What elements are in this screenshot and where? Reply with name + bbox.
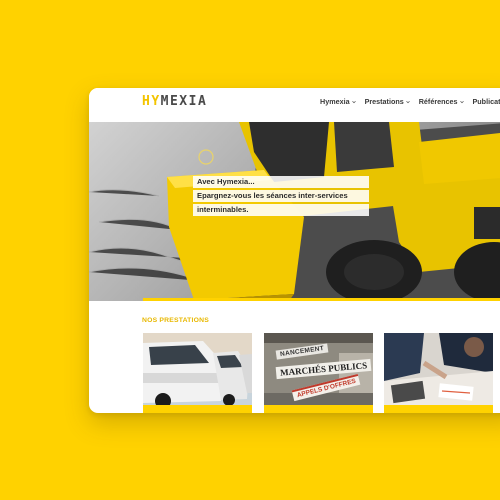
card-footer	[264, 405, 373, 413]
meeting-photo	[384, 333, 493, 413]
card-footer	[143, 405, 252, 413]
main-nav: Hymexia Prestations Références Publicat	[320, 97, 500, 106]
hero-accent-bar	[143, 298, 500, 301]
hero-tagline-line-1: Epargnez-vous les séances inter-services	[193, 190, 369, 202]
logo-part-2: MEXIA	[160, 94, 208, 109]
hymexia-logo[interactable]: HYMEXIA	[142, 95, 207, 109]
service-card-consulting[interactable]	[384, 333, 493, 413]
nav-item-label: Publicat	[472, 97, 500, 106]
section-title: NOS PRESTATIONS	[142, 317, 209, 324]
nav-item-publications[interactable]: Publicat	[473, 97, 500, 106]
browser-window: HYMEXIA Hymexia Prestations Références P…	[89, 88, 500, 413]
nav-item-references[interactable]: Références	[419, 97, 464, 106]
hero-heading: Avec Hymexia...	[193, 176, 369, 188]
card-footer	[384, 405, 493, 413]
nav-item-label: Prestations	[364, 97, 404, 106]
chevron-down-icon	[405, 100, 410, 103]
nav-item-label: Références	[418, 97, 458, 106]
chevron-down-icon	[351, 100, 356, 103]
hero-banner: Avec Hymexia... Epargnez-vous les séance…	[89, 122, 500, 301]
nav-item-label: Hymexia	[320, 97, 350, 106]
service-card-public-procurement[interactable]: NANCEMENT MARCHÉS PUBLICS APPELS D'OFFRE…	[264, 333, 373, 413]
hero-caption: Avec Hymexia... Epargnez-vous les séance…	[193, 176, 369, 218]
chevron-down-icon	[459, 100, 464, 103]
logo-part-1: HY	[142, 94, 161, 109]
hero-tagline-line-2: interminables.	[193, 204, 369, 216]
nav-item-hymexia[interactable]: Hymexia	[320, 97, 356, 106]
site-header: HYMEXIA Hymexia Prestations Références P…	[89, 88, 500, 122]
nav-item-prestations[interactable]: Prestations	[365, 97, 410, 106]
vans-photo	[143, 333, 252, 413]
service-card-vehicles[interactable]	[143, 333, 252, 413]
